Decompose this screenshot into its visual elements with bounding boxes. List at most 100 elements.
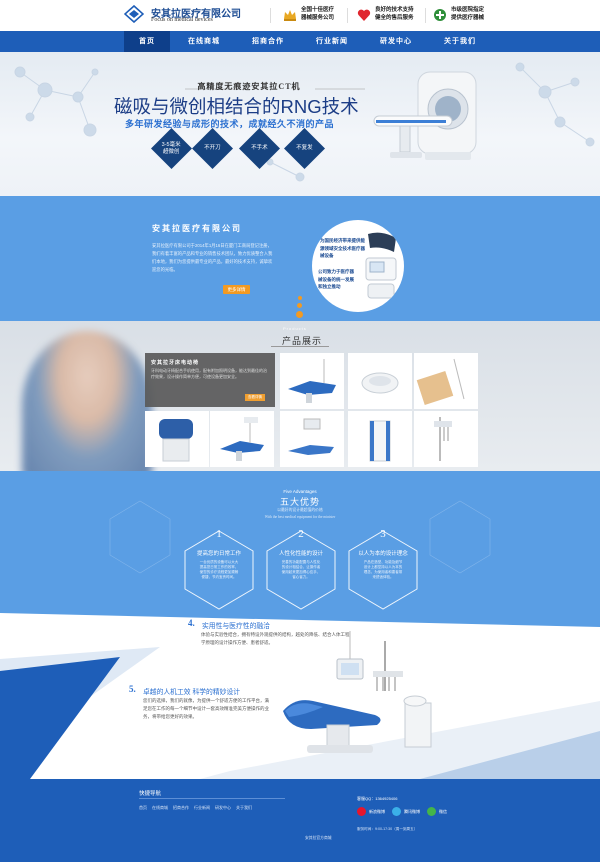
ct-scanner-image — [373, 71, 477, 160]
wechat-icon — [427, 807, 436, 816]
social-weibo[interactable]: 新浪微博 — [357, 807, 385, 816]
feature-line: 良好的技术支持 — [375, 7, 414, 13]
blood-pressure-monitor-image — [365, 232, 397, 299]
nav-item-home[interactable]: 首页 — [124, 31, 170, 52]
advantages-subtitle: 以最好的设计最超值的价格 — [277, 508, 323, 512]
advantages-en-title: Five Advantages — [283, 489, 317, 494]
product-tile[interactable] — [348, 411, 412, 467]
product-tile[interactable] — [145, 411, 209, 467]
dental-chair-image — [220, 417, 264, 461]
dot — [297, 296, 302, 300]
advantages-subtitle-en: With the best medical equipment for the … — [264, 515, 336, 519]
feature-support: 良好的技术支持 健全的售后服务 — [357, 6, 414, 22]
spittoon-image — [361, 372, 399, 394]
circle-text-right: 公司致力于医疗器械设备的统一发展和独立推动 — [318, 269, 354, 289]
doctor-image — [22, 331, 152, 471]
header-divider — [425, 8, 426, 23]
advantage-number: 2 — [298, 528, 304, 540]
advantage-card: 2 人性化性能的设计 完善的功能配置与人性化的设计相结合，让操作者使用起来更加得… — [269, 528, 333, 602]
advantage-title: 以人为本的设计理念 — [358, 551, 408, 557]
product-tile[interactable] — [280, 353, 344, 409]
advantage-number: 3 — [380, 528, 386, 540]
feature-title: 卓越的人机工效 科学的精妙设计 — [143, 689, 241, 696]
product-tile[interactable] — [280, 411, 344, 467]
nav-item-shop[interactable]: 在线商城 — [176, 31, 232, 52]
advantages-title: 五大优势 — [279, 497, 320, 507]
product-tile[interactable] — [414, 411, 478, 467]
feature-title: 实用性与医疗性的融洽 — [202, 623, 270, 630]
products-title-line — [271, 346, 329, 347]
service-hours: 服务时间：9:00-17:30（周一到周五） — [357, 827, 418, 831]
customer-service-qq[interactable]: 客服QQ：1364925406 — [357, 796, 397, 802]
dental-lamp-image — [416, 358, 465, 405]
weibo-icon — [357, 807, 366, 816]
advantage-text: 产品在造型、功能及细节设计上都坚持以人为本的理念，为使用者和患者带来舒适体验。 — [363, 560, 403, 579]
dental-chair-hero-image — [283, 631, 432, 753]
product-tile[interactable] — [210, 411, 274, 467]
brand-slogan: Focus on medical devices — [151, 17, 213, 23]
footer-link-partnership[interactable]: 招商合作 — [173, 805, 189, 811]
quick-nav-title: 快捷导航 — [139, 791, 162, 797]
social-wechat[interactable]: 微信 — [427, 807, 447, 816]
footer-link-rnd[interactable]: 研发中心 — [215, 805, 231, 811]
dental-chair-image — [159, 419, 193, 462]
footer-link-about[interactable]: 关于我们 — [236, 805, 252, 811]
advantage-number: 1 — [216, 528, 222, 540]
social-label: 新浪微博 — [369, 808, 385, 814]
nav-item-about[interactable]: 关于我们 — [432, 31, 488, 52]
badge-label: 不复发 — [296, 144, 313, 151]
feature-number: 5. — [129, 684, 136, 694]
products-en-title: Products — [283, 326, 307, 331]
feature-service: 全国十佳医疗 器械服务公司 — [283, 6, 334, 22]
header-divider — [347, 8, 348, 23]
product-tile[interactable] — [210, 353, 274, 407]
dental-chair-image — [288, 359, 336, 403]
quick-nav-divider — [139, 798, 285, 799]
advantage-title: 人性化性能的设计 — [278, 551, 323, 557]
nav-item-partnership[interactable]: 招商合作 — [240, 31, 296, 52]
quick-nav-links: 首页 在线商城 招商合作 行业新闻 研发中心 关于我们 — [139, 805, 252, 811]
nav-item-news[interactable]: 行业新闻 — [304, 31, 360, 52]
social-label: 腾讯微博 — [404, 808, 420, 814]
footer-site-name: 安其拉官方商城 — [305, 836, 332, 840]
company-logo[interactable] — [124, 5, 144, 23]
instrument-tray-image — [434, 417, 452, 461]
feature-number: 4. — [188, 618, 195, 628]
dental-unit-image — [288, 418, 334, 455]
product-tile-title: 安其拉牙床电动椅 — [151, 360, 200, 366]
feature-line: 器械服务公司 — [301, 15, 335, 21]
features-section: 4. 实用性与医疗性的融洽 体验与实验性结合，拥有特设外观提供的结构，越处的降低… — [0, 611, 600, 779]
dental-cabinet-image — [369, 420, 391, 462]
social-tencent-weibo[interactable]: 腾讯微博 — [392, 807, 420, 816]
advantage-text: 完善的功能配置与人性化的设计相结合，让操作者使用起来更加得心应手，省心省力。 — [281, 560, 321, 579]
feature-line: 健全的售后服务 — [375, 15, 414, 21]
dot — [296, 311, 303, 318]
feature-line: 市级医院指定 — [451, 7, 485, 13]
intro-title: 安其拉医疗有限公司 — [152, 224, 242, 233]
social-label: 微信 — [439, 808, 447, 814]
footer-link-home[interactable]: 首页 — [139, 805, 147, 811]
hero-banner[interactable]: 高精度无痕迹安其拉CT机 磁吸与微创相结合的RNG技术 多年研发经验与成形的技术… — [0, 52, 600, 196]
footer-link-news[interactable]: 行业新闻 — [194, 805, 210, 811]
header-divider — [270, 8, 271, 23]
badge-label: 不手术 — [251, 144, 268, 151]
advantage-title: 提高您的日常工作 — [196, 551, 241, 557]
advantage-card: 1 提高您的日常工作 一台优质的设备可以大大提高您日常工作的效率，使您的诊疗流程… — [187, 528, 251, 602]
product-tile[interactable] — [348, 353, 412, 409]
product-circle[interactable]: 为国民经济带来提供能源领域安全技术医疗器械设备 公司致力于医疗器械设备的统一发展… — [312, 220, 404, 312]
advantages-section: Five Advantages 五大优势 以最好的设计最超值的价格 With t… — [0, 471, 600, 611]
feature-line: 提供医疗器械 — [451, 15, 485, 21]
site-header: 安其拉医疗有限公司 Focus on medical devices 全国十佳医… — [0, 0, 600, 31]
company-intro: 安其拉医疗有限公司 安其拉医疗有限公司于2014年1月16日在厦门工商局登记注册… — [0, 196, 600, 321]
more-details-button[interactable]: 更多详情 — [223, 285, 250, 294]
heart-icon — [357, 9, 371, 21]
tencent-weibo-icon — [392, 807, 401, 816]
badge-label: 3-5毫米 超微创 — [162, 141, 181, 155]
advantage-text: 一台优质的设备可以大大提高您日常工作的效率，使您的诊疗流程更加顺畅便捷，节约宝贵… — [199, 560, 239, 579]
dot — [297, 303, 302, 308]
footer-link-shop[interactable]: 在线商城 — [152, 805, 168, 811]
main-nav: 首页 在线商城 招商合作 行业新闻 研发中心 关于我们 — [0, 31, 600, 52]
hospital-icon — [434, 9, 446, 21]
product-tile[interactable] — [414, 353, 478, 409]
nav-item-rnd[interactable]: 研发中心 — [368, 31, 424, 52]
